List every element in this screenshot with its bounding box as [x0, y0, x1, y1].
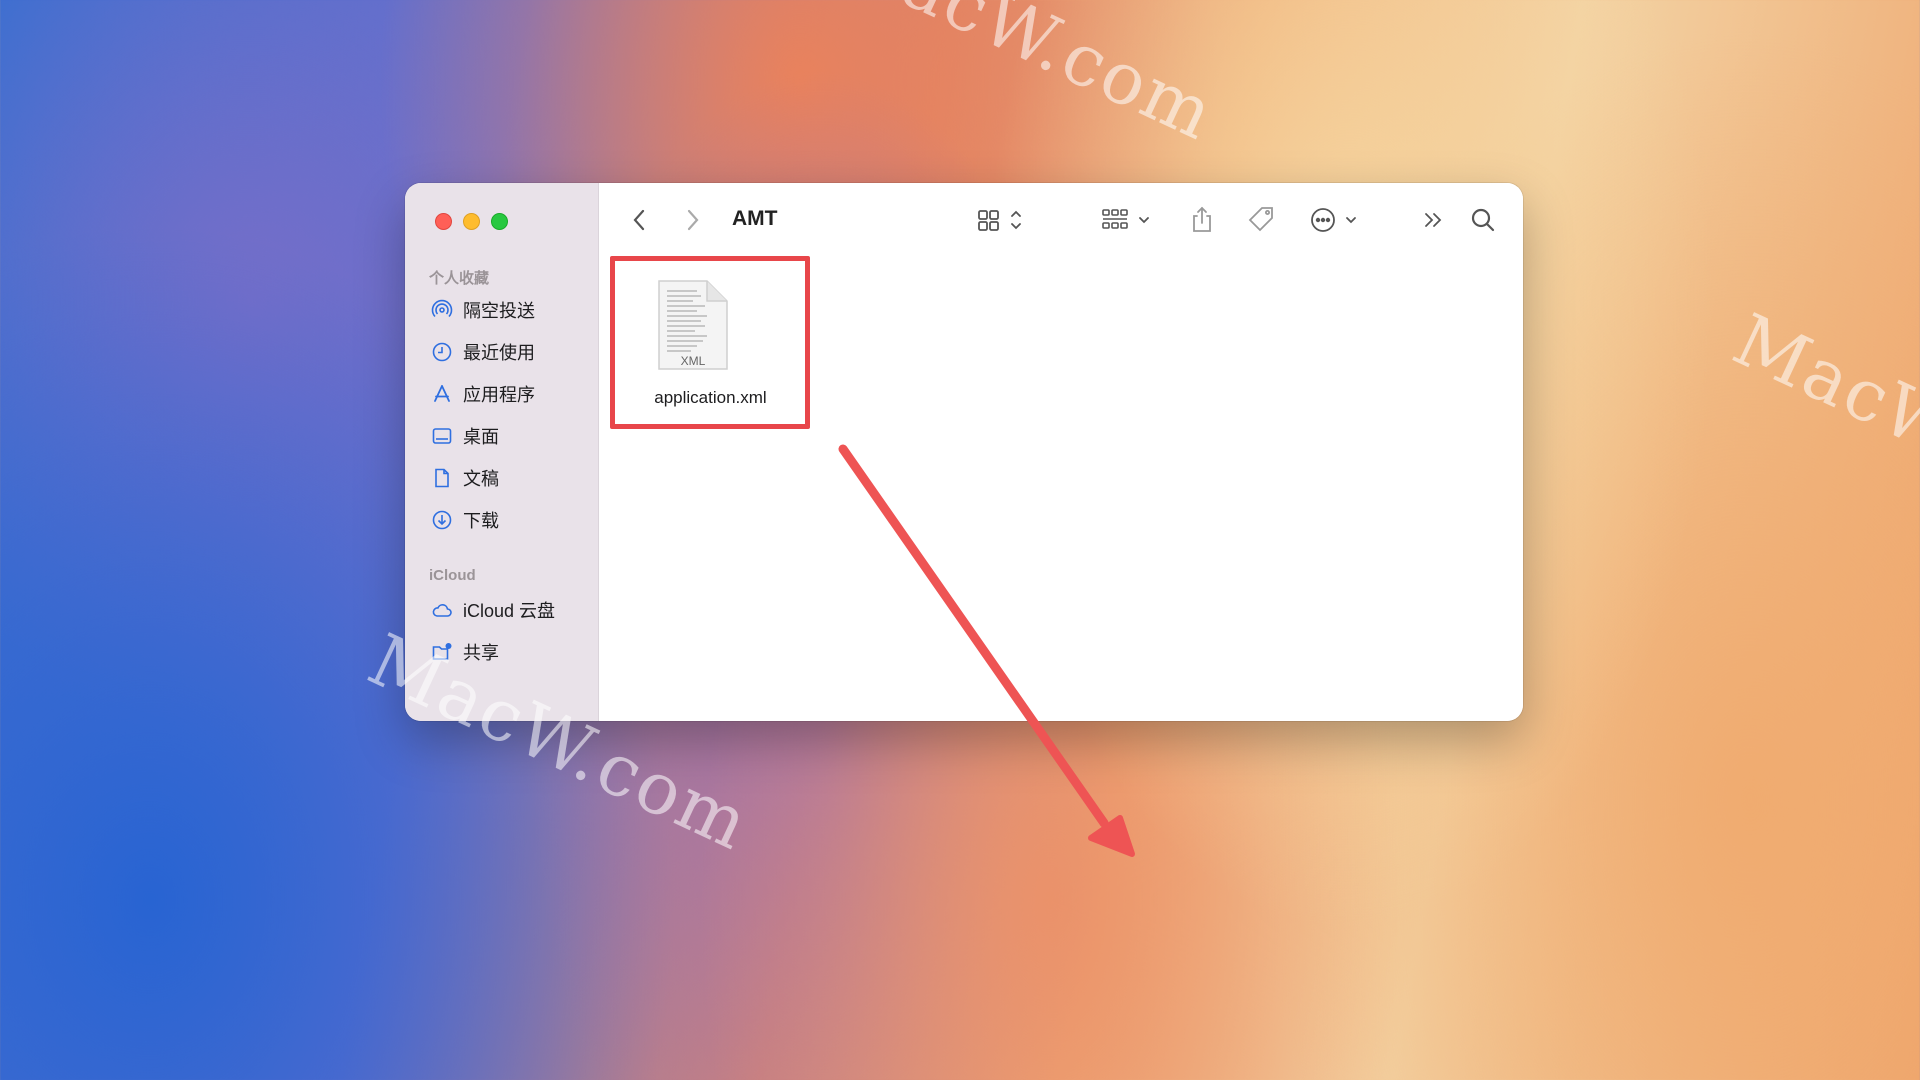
window-title: AMT [732, 207, 778, 230]
sidebar-item-shared[interactable]: 共享 [431, 637, 499, 667]
desktop-icon [432, 428, 452, 444]
sidebar-item-applications[interactable]: 应用程序 [431, 379, 535, 409]
zoom-button[interactable] [491, 213, 508, 230]
share-button[interactable] [1189, 205, 1215, 235]
sidebar-item-label: 应用程序 [463, 385, 535, 405]
search-button[interactable] [1469, 205, 1497, 235]
sidebar-item-label: 桌面 [463, 427, 499, 447]
sidebar: 个人收藏 隔空投送 最近使用 应用程序 桌面 文稿 下载 iCloud iClo… [405, 183, 599, 721]
file-type-label: XML [681, 354, 706, 368]
sidebar-item-recents[interactable]: 最近使用 [431, 337, 535, 367]
toolbar-overflow-button[interactable] [1421, 205, 1447, 235]
file-item[interactable]: XML [655, 279, 731, 376]
window-controls [435, 213, 508, 230]
minimize-button[interactable] [463, 213, 480, 230]
sidebar-item-desktop[interactable]: 桌面 [431, 421, 499, 451]
close-button[interactable] [435, 213, 452, 230]
forward-icon [687, 209, 699, 231]
search-icon [1471, 208, 1495, 232]
file-area: AMT XML application.xml [599, 183, 1523, 721]
share-icon [1193, 206, 1211, 232]
clock-icon [432, 342, 452, 362]
tag-button[interactable] [1247, 205, 1277, 235]
toolbar: AMT [599, 183, 1523, 259]
back-icon [633, 209, 645, 231]
favorites-section-title: 个人收藏 [429, 270, 490, 287]
sidebar-item-label: 文稿 [463, 469, 499, 489]
forward-button[interactable] [683, 205, 703, 235]
sidebar-item-downloads[interactable]: 下载 [431, 505, 499, 535]
watermark: MacW.com [1721, 297, 1920, 547]
view-mode-button[interactable] [977, 205, 1023, 235]
sidebar-item-label: 隔空投送 [463, 301, 535, 321]
sidebar-item-label: 共享 [463, 643, 499, 663]
cloud-icon [432, 604, 452, 617]
sidebar-item-label: 下载 [463, 511, 499, 531]
download-icon [432, 510, 452, 530]
tag-icon [1248, 207, 1273, 232]
xml-file-icon: XML [658, 280, 728, 370]
sidebar-item-airdrop[interactable]: 隔空投送 [431, 295, 535, 325]
more-actions-button[interactable] [1309, 205, 1361, 235]
group-button[interactable] [1101, 205, 1155, 235]
group-icon [1102, 209, 1149, 229]
overflow-icon [1425, 213, 1442, 227]
file-name[interactable]: application.xml [609, 388, 812, 408]
airdrop-icon [431, 299, 453, 318]
sidebar-item-label: 最近使用 [463, 343, 535, 363]
icloud-section-title: iCloud [429, 567, 476, 584]
back-button[interactable] [629, 205, 649, 235]
shared-folder-icon [432, 643, 452, 660]
sidebar-item-icloud-drive[interactable]: iCloud 云盘 [431, 595, 555, 625]
watermark: MacW.com [821, 0, 1228, 157]
icon-view-icon [978, 210, 1021, 231]
sidebar-item-label: iCloud 云盘 [463, 601, 556, 621]
more-icon [1311, 208, 1356, 232]
document-icon [435, 468, 449, 488]
finder-window: 个人收藏 隔空投送 最近使用 应用程序 桌面 文稿 下载 iCloud iClo… [405, 183, 1523, 721]
sidebar-item-documents[interactable]: 文稿 [431, 463, 499, 493]
applications-icon [434, 385, 450, 402]
